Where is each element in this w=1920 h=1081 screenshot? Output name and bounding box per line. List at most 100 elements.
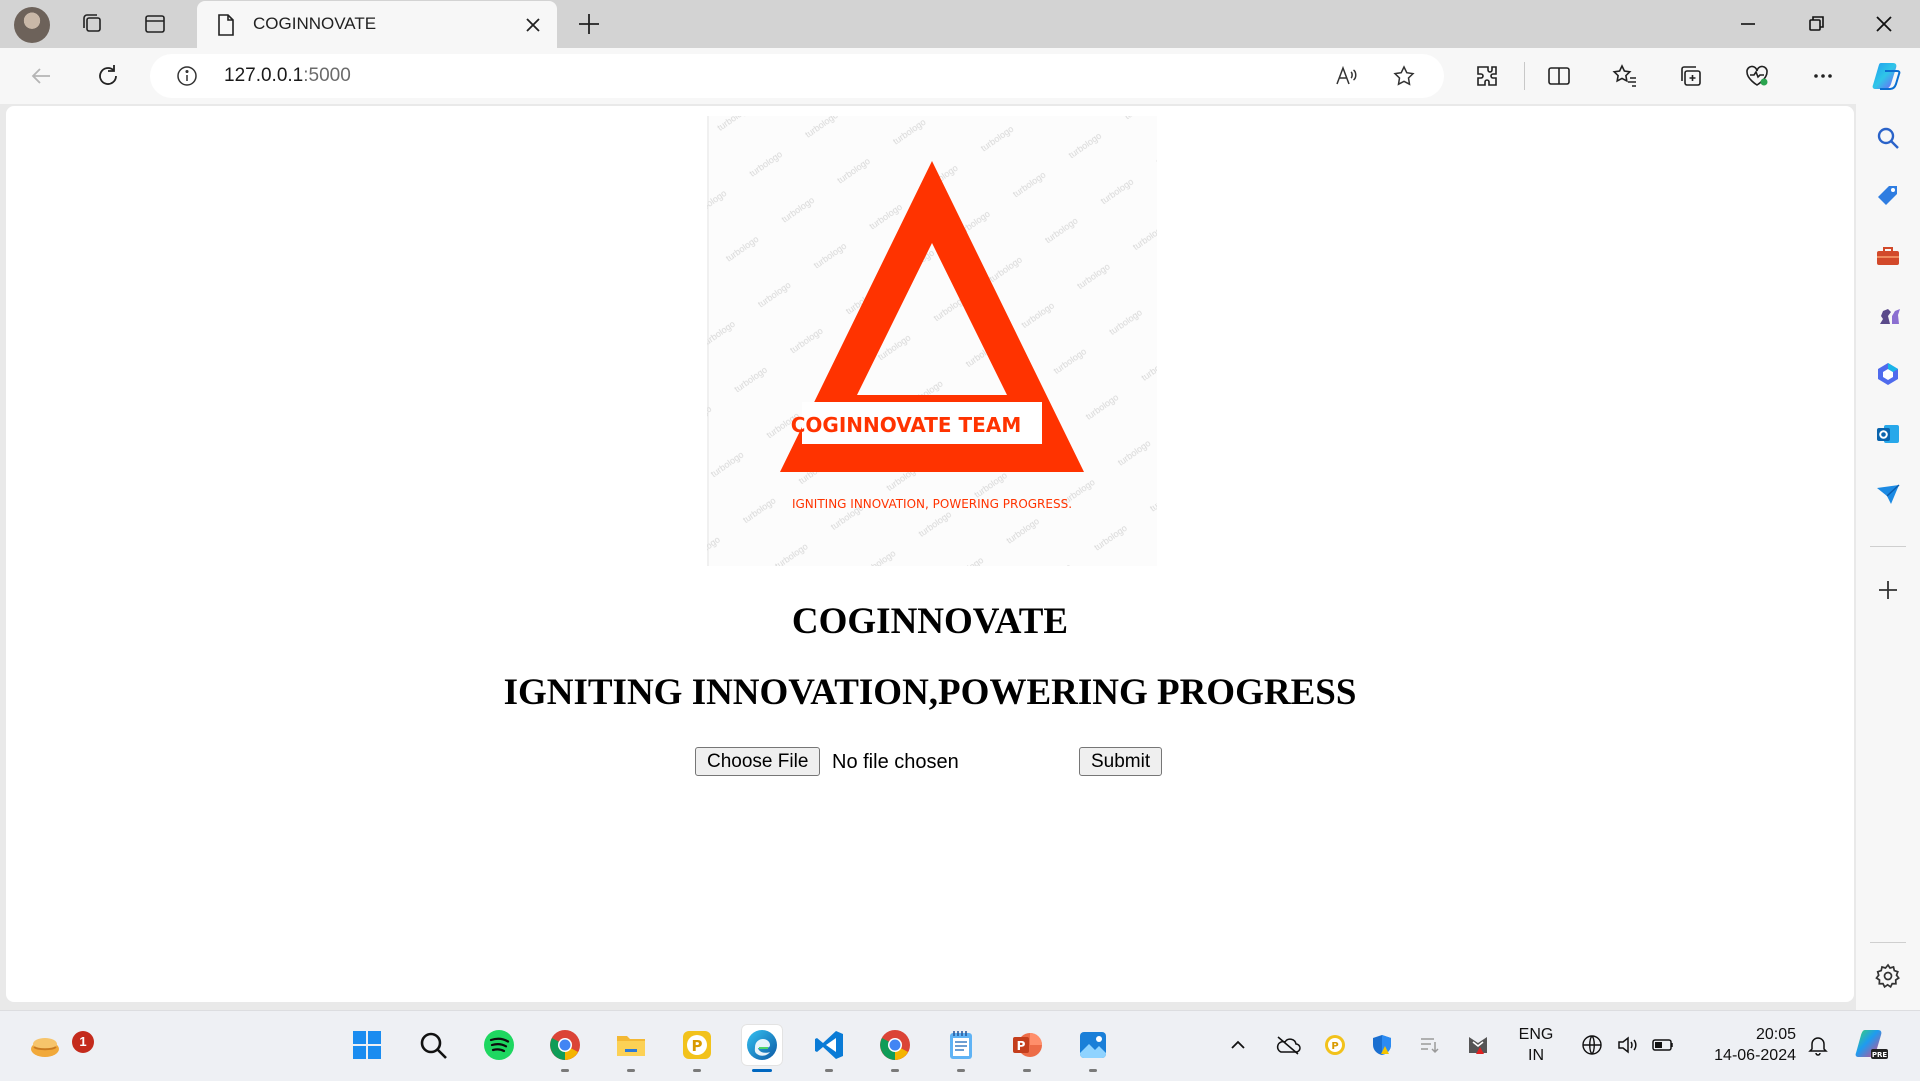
- running-indicator: [561, 1069, 569, 1072]
- pdf-tray-icon[interactable]: P: [1323, 1033, 1347, 1057]
- system-clock[interactable]: 20:05 14-06-2024: [1696, 1024, 1796, 1066]
- taskbar-search-button[interactable]: [412, 1024, 454, 1066]
- notepad-icon: [950, 1031, 972, 1059]
- pdf-reader-app[interactable]: P: [676, 1024, 718, 1072]
- windows-taskbar: 1 P P P ENG IN 20:05 14-06-2024 PRE: [0, 1010, 1920, 1081]
- running-indicator: [1023, 1069, 1031, 1072]
- close-window-icon[interactable]: [1870, 10, 1898, 38]
- chrome-icon: [550, 1030, 580, 1060]
- show-hidden-icons-icon[interactable]: [1226, 1033, 1250, 1057]
- close-tab-icon[interactable]: [521, 13, 545, 37]
- chrome-app[interactable]: [544, 1024, 586, 1072]
- vertical-tabs-icon[interactable]: [143, 12, 167, 36]
- pdf-reader-icon: P: [683, 1031, 711, 1059]
- spotify-app[interactable]: [478, 1024, 520, 1066]
- choose-file-button[interactable]: Choose File: [695, 747, 821, 776]
- copilot-taskbar-icon[interactable]: PRE: [1854, 1026, 1890, 1062]
- restore-icon[interactable]: [1802, 10, 1830, 38]
- start-button[interactable]: [346, 1024, 388, 1066]
- svg-text:PRE: PRE: [1872, 1051, 1888, 1059]
- running-indicator: [1089, 1069, 1097, 1072]
- workspaces-icon[interactable]: [80, 12, 104, 36]
- running-indicator: [752, 1069, 772, 1072]
- edge-app[interactable]: [741, 1024, 783, 1072]
- running-indicator: [693, 1069, 701, 1072]
- back-icon[interactable]: [28, 62, 56, 90]
- page-title: COGINNOVATE: [791, 601, 1069, 642]
- copilot-icon[interactable]: [1871, 59, 1905, 93]
- profile-avatar[interactable]: [14, 7, 50, 43]
- outlook-icon[interactable]: [1874, 420, 1902, 448]
- running-indicator: [957, 1069, 965, 1072]
- file-explorer-app[interactable]: [610, 1024, 652, 1072]
- tab-coginnovate[interactable]: COGINNOVATE: [197, 1, 557, 48]
- read-aloud-icon[interactable]: [1334, 64, 1358, 88]
- microsoft365-icon[interactable]: [1874, 360, 1902, 388]
- language-region: IN: [1528, 1047, 1544, 1064]
- new-tab-icon[interactable]: [575, 10, 603, 38]
- address-bar[interactable]: 127.0.0.1:5000: [150, 54, 1444, 98]
- input-language[interactable]: ENG IN: [1510, 1024, 1562, 1066]
- extensions-icon[interactable]: [1473, 62, 1501, 90]
- sidebar-settings-icon[interactable]: [1874, 962, 1902, 990]
- edge-icon: [747, 1030, 777, 1060]
- clock-time: 20:05: [1755, 1026, 1796, 1043]
- security-shield-icon[interactable]: [1370, 1033, 1394, 1057]
- running-indicator: [891, 1069, 899, 1072]
- favorites-icon[interactable]: [1611, 62, 1639, 90]
- taskbar-search-icon: [420, 1032, 447, 1059]
- browser-title-bar: COGINNOVATE: [0, 0, 1920, 48]
- network-globe-icon[interactable]: [1580, 1033, 1604, 1057]
- spotify-icon: [484, 1030, 514, 1060]
- add-sidebar-app-icon[interactable]: [1874, 576, 1902, 604]
- svg-text:P: P: [692, 1037, 703, 1055]
- search-icon[interactable]: [1874, 124, 1902, 152]
- browser-essentials-icon[interactable]: [1743, 62, 1771, 90]
- volume-icon[interactable]: [1615, 1033, 1639, 1057]
- language-code: ENG: [1518, 1026, 1554, 1043]
- chrome-icon: [880, 1030, 910, 1060]
- svg-text:P: P: [1331, 1041, 1338, 1052]
- shopping-tag-icon[interactable]: [1874, 182, 1902, 210]
- powerpoint-icon: P: [1013, 1033, 1042, 1057]
- more-options-icon[interactable]: [1809, 62, 1837, 90]
- site-info-icon[interactable]: [176, 65, 198, 87]
- vscode-app[interactable]: [808, 1024, 850, 1072]
- chrome-profile-app[interactable]: [874, 1024, 916, 1072]
- coginnovate-logo: turbologo COGINNOVATE TEAM IGNITING INNO…: [707, 116, 1157, 566]
- sidebar-divider-bottom: [1870, 942, 1906, 943]
- tab-title: COGINNOVATE: [253, 14, 377, 33]
- favorite-star-icon[interactable]: [1392, 64, 1416, 88]
- minimize-icon[interactable]: [1734, 10, 1762, 38]
- page-icon: [218, 14, 234, 36]
- battery-icon[interactable]: [1651, 1033, 1675, 1057]
- url-text[interactable]: 127.0.0.1:5000: [224, 65, 351, 87]
- refresh-icon[interactable]: [94, 62, 122, 90]
- onedrive-icon[interactable]: [1274, 1033, 1302, 1057]
- notepad-app[interactable]: [940, 1024, 982, 1072]
- widgets-icon: [31, 1038, 59, 1057]
- split-screen-icon[interactable]: [1545, 62, 1573, 90]
- submit-button[interactable]: Submit: [1079, 747, 1163, 776]
- notification-bell-icon[interactable]: [1806, 1033, 1830, 1057]
- photos-app[interactable]: [1072, 1024, 1114, 1072]
- running-indicator: [627, 1069, 635, 1072]
- powerpoint-app[interactable]: P: [1006, 1024, 1048, 1072]
- tools-icon[interactable]: [1874, 242, 1902, 270]
- toolbar-divider: [1524, 62, 1525, 90]
- folder-icon: [617, 1036, 645, 1056]
- widgets-button[interactable]: 1: [24, 1024, 94, 1066]
- logo-team-text: COGINNOVATE TEAM: [791, 413, 1021, 437]
- web-page: turbologo COGINNOVATE TEAM IGNITING INNO…: [6, 106, 1854, 1002]
- url-host: 127.0.0.1: [224, 65, 304, 86]
- antivirus-icon[interactable]: [1466, 1033, 1490, 1057]
- send-icon[interactable]: [1874, 480, 1902, 508]
- games-icon[interactable]: [1874, 300, 1902, 328]
- clock-date: 14-06-2024: [1714, 1047, 1796, 1064]
- notification-badge: 1: [72, 1031, 94, 1053]
- collections-icon[interactable]: [1677, 62, 1705, 90]
- url-port: :5000: [303, 65, 351, 86]
- notifications-list-icon[interactable]: [1418, 1033, 1442, 1057]
- photos-icon: [1080, 1032, 1106, 1058]
- page-subtitle: IGNITING INNOVATION,POWERING PROGRESS: [503, 672, 1357, 713]
